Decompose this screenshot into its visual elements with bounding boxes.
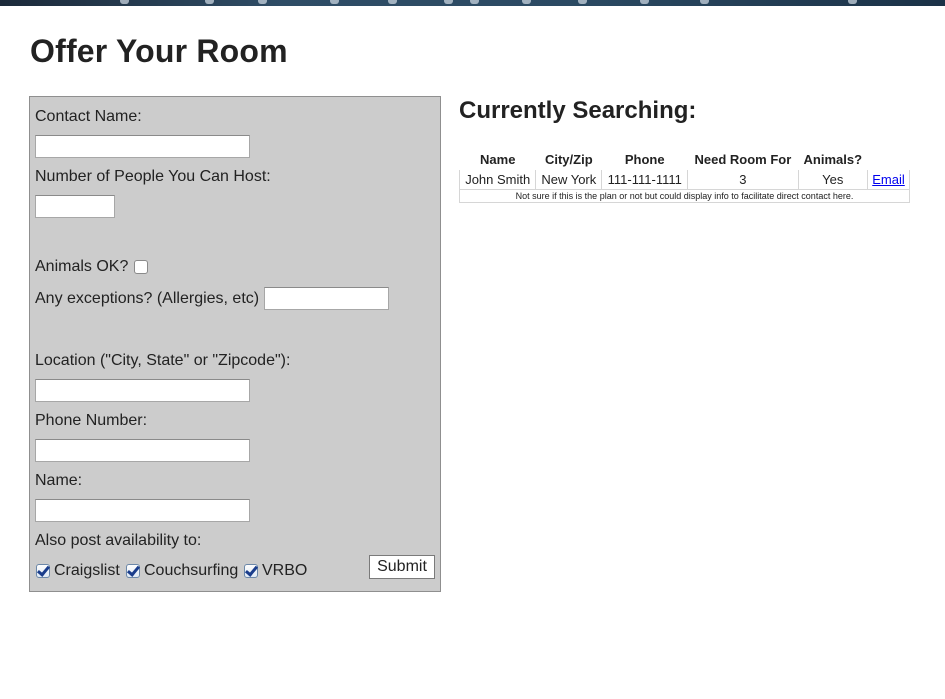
column-header-need-room: Need Room For [694, 151, 792, 167]
table-header-row: Name City/Zip Phone Need Room For Animal… [460, 149, 910, 170]
dock-icon [205, 0, 214, 4]
dock-icon [330, 0, 339, 4]
phone-label: Phone Number: [35, 412, 148, 429]
post-availability-label: Also post availability to: [35, 532, 202, 549]
column-header-animals: Animals? [803, 151, 863, 167]
location-input[interactable] [35, 379, 250, 402]
dock-icon [578, 0, 587, 4]
vrbo-label: VRBO [262, 562, 308, 579]
dock-icon [444, 0, 453, 4]
dock-icon [470, 0, 479, 4]
dock-icon [640, 0, 649, 4]
dock-icon [700, 0, 709, 4]
craigslist-checkbox[interactable] [36, 564, 50, 578]
animals-ok-label: Animals OK? [35, 258, 129, 275]
name-label: Name: [35, 472, 83, 489]
cell-contact: Email [867, 169, 910, 190]
searching-table: Name City/Zip Phone Need Room For Animal… [458, 148, 910, 203]
offer-room-form: Contact Name: Number of People You Can H… [29, 96, 441, 592]
cell-animals: Yes [797, 169, 869, 190]
cell-need-room: 3 [687, 169, 799, 190]
contact-name-label: Contact Name: [35, 108, 142, 125]
dock-icon [388, 0, 397, 4]
dock-icon [120, 0, 129, 4]
submit-button[interactable]: Submit [369, 555, 435, 579]
animals-ok-checkbox[interactable] [134, 260, 148, 274]
exceptions-label: Any exceptions? (Allergies, etc) [35, 290, 260, 307]
currently-searching-title: Currently Searching: [459, 97, 697, 124]
cell-city: New York [535, 169, 603, 190]
column-header-phone: Phone [624, 151, 665, 167]
page-title: Offer Your Room [30, 33, 288, 69]
column-header-contact [868, 149, 910, 170]
table-row: John Smith New York 111-111-1111 3 Yes E… [458, 169, 910, 190]
table-note-row: Not sure if this is the plan or not but … [459, 189, 910, 203]
dock-icon [848, 0, 857, 4]
cell-phone: 111-111-1111 [601, 169, 689, 190]
column-header-city: City/Zip [544, 151, 593, 167]
phone-input[interactable] [35, 439, 250, 462]
email-link[interactable]: Email [872, 172, 905, 187]
people-host-input[interactable] [35, 195, 115, 218]
couchsurfing-checkbox[interactable] [126, 564, 140, 578]
exceptions-input[interactable] [264, 287, 389, 310]
name-input[interactable] [35, 499, 250, 522]
couchsurfing-label: Couchsurfing [144, 562, 239, 579]
contact-name-input[interactable] [35, 135, 250, 158]
column-header-name: Name [480, 151, 516, 167]
people-host-label: Number of People You Can Host: [35, 168, 271, 185]
os-dock-strip [0, 0, 945, 6]
location-label: Location ("City, State" or "Zipcode"): [35, 352, 291, 369]
vrbo-checkbox[interactable] [244, 564, 258, 578]
table-note: Not sure if this is the plan or not but … [459, 189, 910, 203]
dock-icon [258, 0, 267, 4]
cell-name: John Smith [458, 169, 537, 190]
craigslist-label: Craigslist [54, 562, 120, 579]
dock-icon [522, 0, 531, 4]
